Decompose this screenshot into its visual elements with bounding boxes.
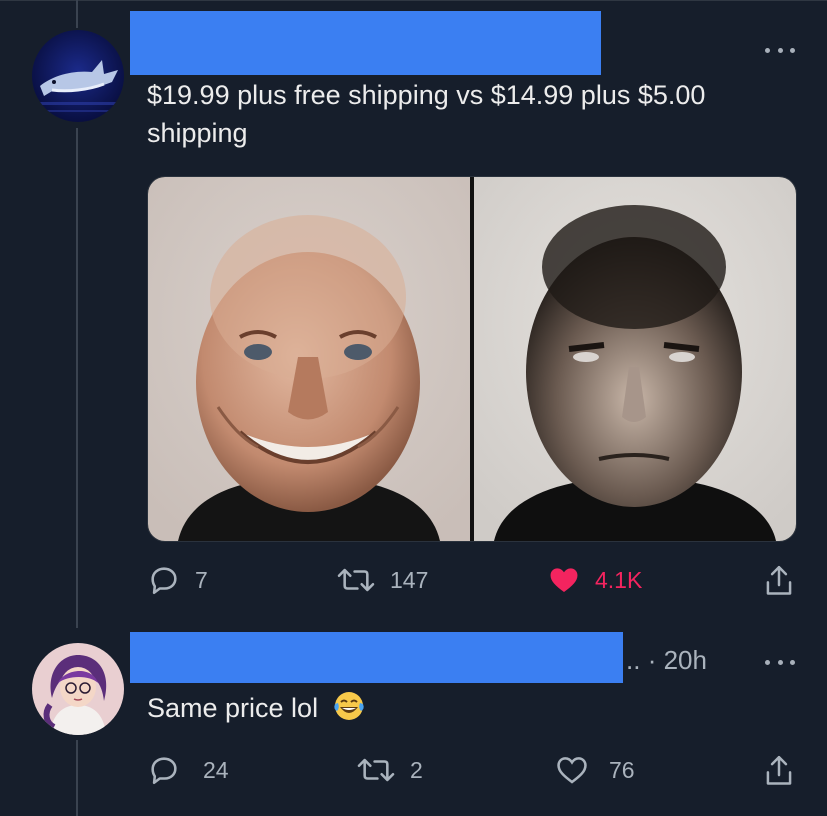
reply-icon [151, 567, 177, 595]
reply-text: Same price lol [147, 693, 319, 723]
more-icon[interactable] [765, 40, 795, 60]
reply-count: 24 [203, 756, 229, 783]
tweet-media[interactable] [147, 176, 797, 542]
name-truncation: .. [626, 645, 641, 675]
divider [0, 0, 827, 1]
retweet-count: 147 [390, 566, 429, 593]
reply-timestamp: .. · 20h [626, 645, 707, 676]
redacted-username [130, 632, 623, 683]
more-icon[interactable] [765, 652, 795, 672]
retweet-button[interactable]: 2 [356, 753, 423, 787]
share-button[interactable] [762, 563, 796, 599]
reply-count: 7 [195, 566, 208, 593]
retweet-button[interactable]: 147 [336, 563, 428, 597]
photo-smiling-face [148, 177, 470, 541]
timeline: $19.99 plus free shipping vs $14.99 plus… [0, 0, 827, 816]
retweet-count: 2 [410, 756, 423, 783]
reply-button[interactable]: 24 [147, 753, 229, 787]
reply-button[interactable]: 7 [147, 563, 208, 597]
reply-time: · 20h [647, 645, 707, 675]
like-button[interactable]: 4.1K [547, 563, 642, 597]
retweet-icon [357, 758, 395, 782]
tweet-text: $19.99 plus free shipping vs $14.99 plus… [147, 80, 706, 148]
thread-line [76, 128, 78, 628]
share-icon [766, 565, 792, 595]
thread-line-bottom [76, 740, 78, 816]
photo-serious-face [474, 177, 796, 541]
avatar[interactable] [32, 643, 124, 735]
share-icon [766, 755, 792, 785]
like-count: 76 [609, 756, 635, 783]
like-count: 4.1K [595, 566, 643, 593]
heart-outline-icon [557, 757, 587, 784]
tears-of-joy-emoji-icon [333, 692, 364, 720]
share-button[interactable] [762, 753, 796, 789]
heart-filled-icon [550, 568, 578, 593]
retweet-icon [337, 568, 375, 592]
redacted-username [130, 11, 601, 75]
like-button[interactable]: 76 [555, 753, 635, 787]
reply-icon [151, 757, 177, 785]
thread-line-top [76, 0, 78, 28]
reply-text-line: Same price lol 😂 [147, 689, 366, 727]
shark-avatar-icon [32, 30, 124, 122]
anime-girl-avatar-icon [32, 643, 124, 735]
avatar[interactable] [32, 30, 124, 122]
